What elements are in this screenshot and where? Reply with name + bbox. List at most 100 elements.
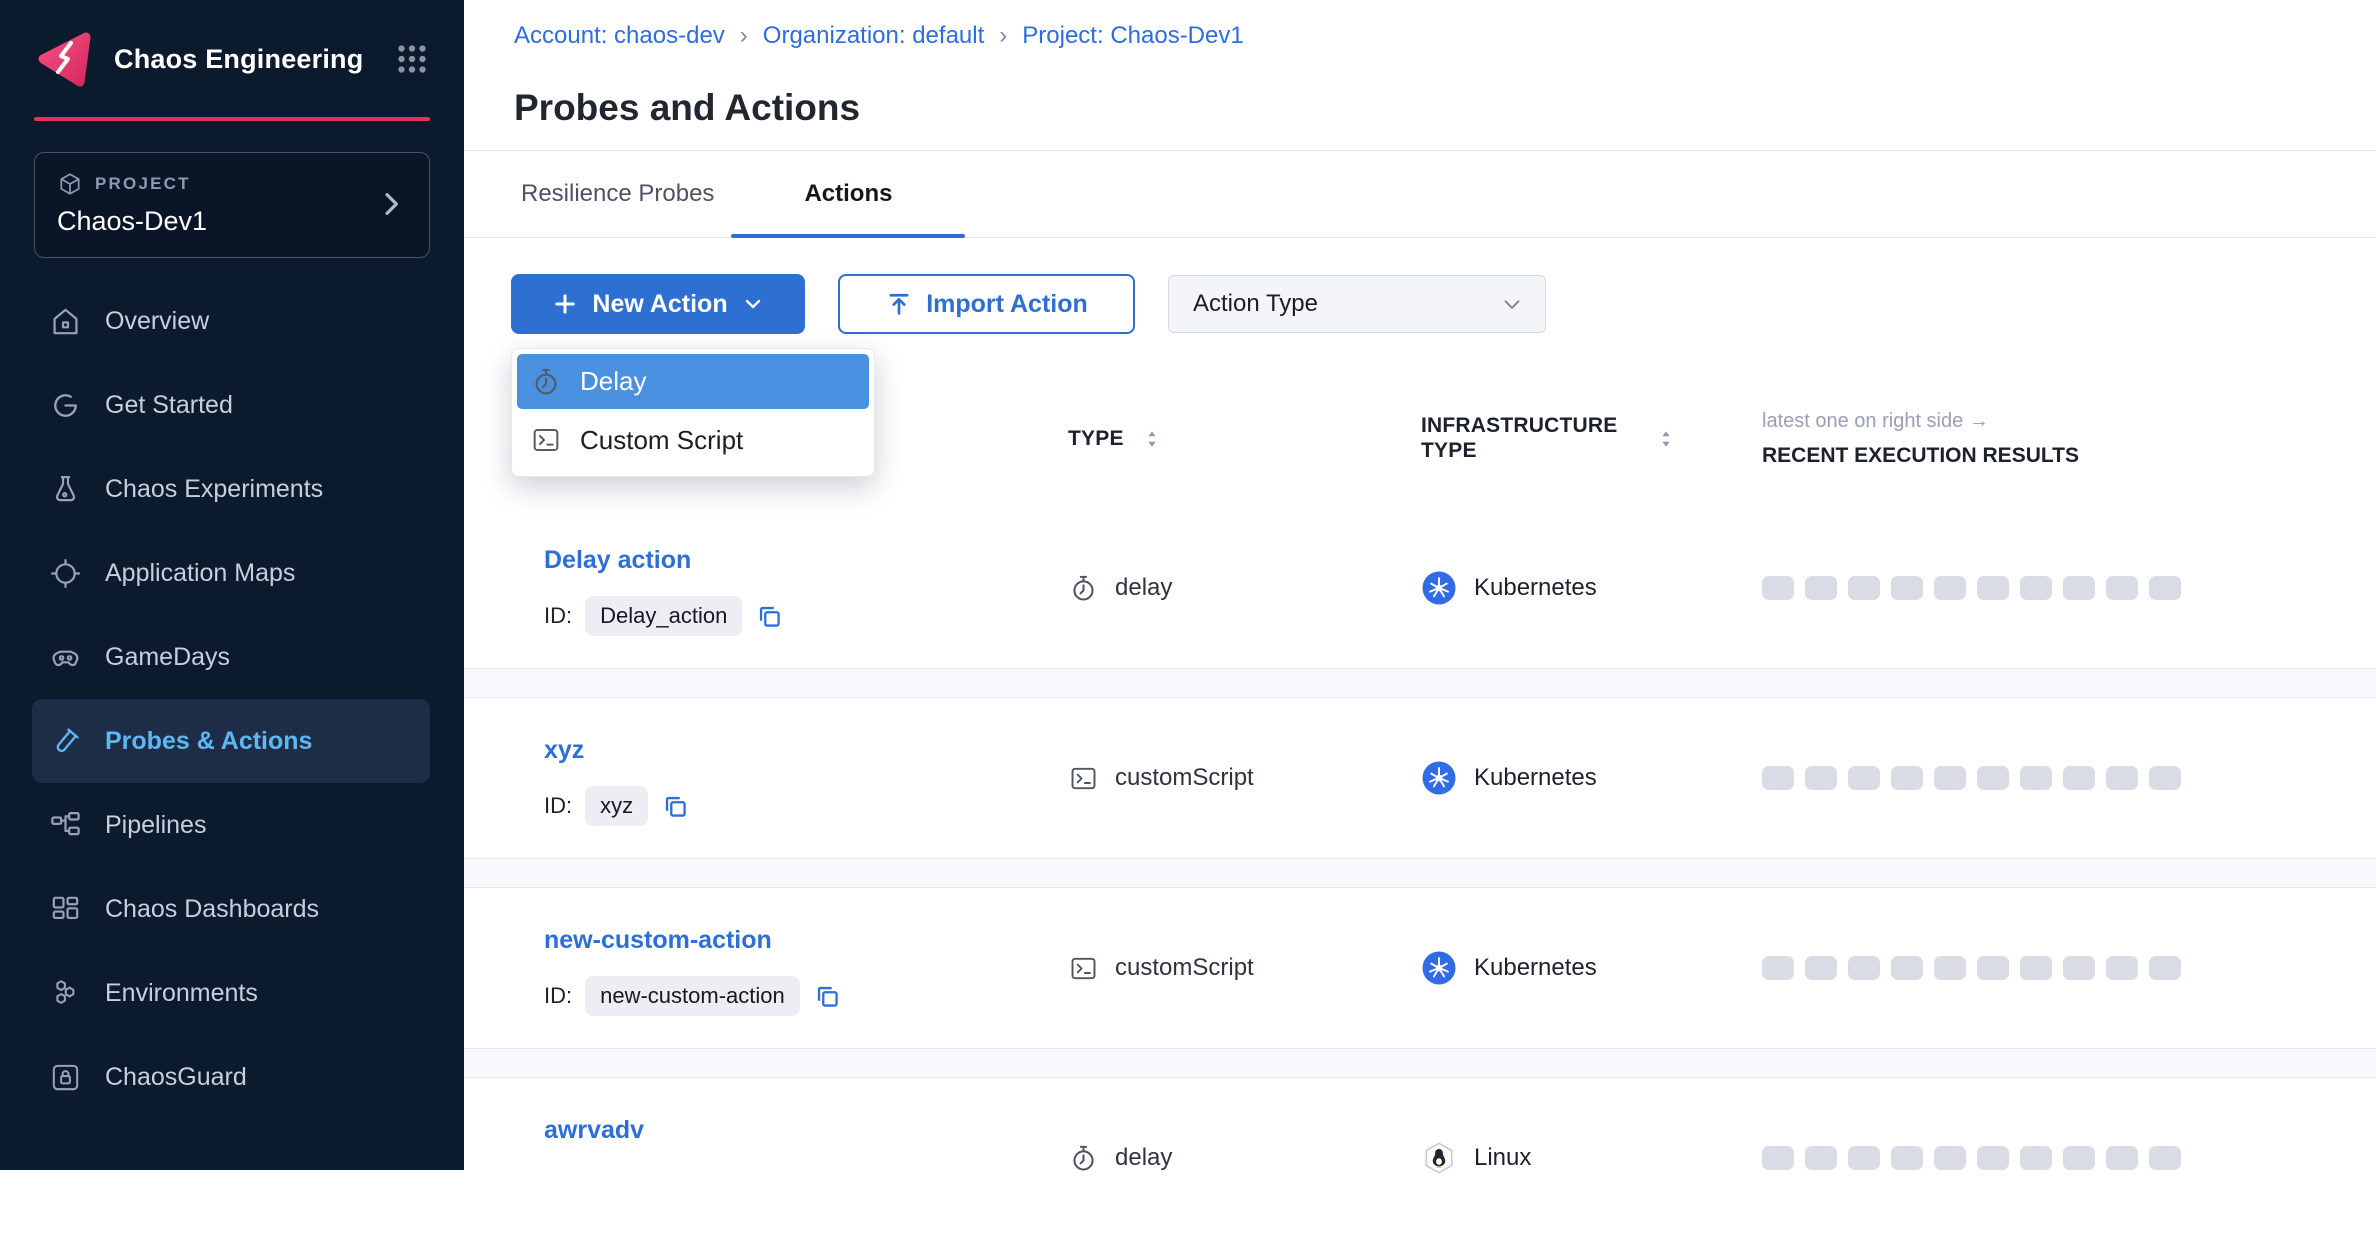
- id-value: xyz: [585, 786, 648, 826]
- sidebar-nav: Overview Get Started Chaos ExperimentsAppl…: [0, 279, 464, 1119]
- sidebar-item-label: Overview: [105, 307, 209, 336]
- infrastructure-cell: Linux: [1409, 1078, 1762, 1238]
- breadcrumb-link-2[interactable]: Organization: default: [763, 22, 984, 50]
- sidebar: Chaos Engineering PROJECT: [0, 0, 464, 1170]
- copy-icon[interactable]: [755, 602, 784, 631]
- type-value: customScript: [1115, 764, 1254, 792]
- import-action-button[interactable]: Import Action: [838, 274, 1135, 334]
- main-content: Account: chaos-dev›Organization: default…: [464, 0, 2376, 1170]
- sort-icon[interactable]: [1654, 427, 1678, 451]
- type-header-label: TYPE: [1068, 427, 1124, 452]
- name-cell: Delay action ID:Delay_action: [530, 508, 1068, 668]
- type-cell: delay: [1068, 508, 1409, 668]
- kubernetes-icon: [1421, 760, 1457, 796]
- brand-row: Chaos Engineering: [0, 0, 464, 90]
- sidebar-item-probes-actions[interactable]: Probes & Actions: [32, 699, 430, 783]
- home-icon: [48, 304, 83, 339]
- sidebar-item-label: ChaosGuard: [105, 1063, 247, 1092]
- breadcrumb-link-1[interactable]: Account: chaos-dev: [514, 22, 725, 50]
- header-type-column: TYPE: [1068, 427, 1409, 452]
- execution-result-pill: [2063, 576, 2095, 600]
- id-label: ID:: [544, 603, 572, 629]
- action-name-link[interactable]: awrvadv: [544, 1116, 644, 1145]
- sidebar-item-label: Probes & Actions: [105, 727, 312, 756]
- terminal-icon: [530, 424, 562, 456]
- type-value: delay: [1115, 1144, 1172, 1172]
- execution-result-pill: [2063, 766, 2095, 790]
- shield-lock-icon: [48, 1060, 83, 1095]
- harness-chaos-logo-icon: [34, 28, 96, 90]
- execution-result-pill: [2020, 766, 2052, 790]
- execution-result-pill: [1977, 576, 2009, 600]
- stopwatch-icon: [1068, 573, 1099, 604]
- execution-result-pill: [1762, 956, 1794, 980]
- infrastructure-value: Kubernetes: [1474, 764, 1597, 792]
- sidebar-item-get-started[interactable]: Get Started: [32, 363, 430, 447]
- sort-icon[interactable]: [1140, 427, 1164, 451]
- test-tube-icon: [48, 724, 83, 759]
- execution-result-pill: [1934, 956, 1966, 980]
- app-root: Chaos Engineering PROJECT: [0, 0, 2376, 1170]
- sidebar-item-chaosguard[interactable]: ChaosGuard: [32, 1035, 430, 1119]
- apps-grid-icon[interactable]: [394, 41, 430, 77]
- plus-icon: [551, 290, 579, 318]
- table-row: xyzID:xyzcustomScriptKubernetes: [464, 698, 2376, 858]
- project-selector[interactable]: PROJECT Chaos-Dev1: [34, 152, 430, 258]
- menu-item-delay[interactable]: Delay: [517, 354, 869, 409]
- sidebar-item-chaos-dashboards[interactable]: Chaos Dashboards: [32, 867, 430, 951]
- sidebar-item-environments[interactable]: Environments: [32, 951, 430, 1035]
- execution-result-pill: [2106, 576, 2138, 600]
- sidebar-item-gamedays[interactable]: GameDays: [32, 615, 430, 699]
- menu-item-custom-script[interactable]: Custom Script: [517, 409, 869, 471]
- tab-actions[interactable]: Actions: [731, 151, 965, 237]
- type-value: delay: [1115, 574, 1172, 602]
- execution-results: [1762, 888, 2376, 1048]
- execution-result-pill: [2020, 956, 2052, 980]
- id-line: ID:Delay_action: [544, 596, 1068, 636]
- action-name-link[interactable]: xyz: [544, 736, 584, 765]
- name-cell: awrvadv: [530, 1078, 1068, 1238]
- toolbar: New Action Import Action Action Type: [511, 274, 1546, 334]
- copy-icon[interactable]: [813, 982, 842, 1011]
- execution-result-pill: [1805, 1146, 1837, 1170]
- executions-header-label: RECENT EXECUTION RESULTS: [1762, 444, 2376, 468]
- execution-result-pill: [1805, 766, 1837, 790]
- sidebar-item-overview[interactable]: Overview: [32, 279, 430, 363]
- copy-icon[interactable]: [661, 792, 690, 821]
- action-type-placeholder: Action Type: [1193, 290, 1318, 318]
- new-action-menu: DelayCustom Script: [511, 348, 875, 477]
- action-name-link[interactable]: new-custom-action: [544, 926, 772, 955]
- header-infrastructure-column: INFRASTRUCTURE TYPE: [1409, 414, 1762, 464]
- breadcrumb-link-3[interactable]: Project: Chaos-Dev1: [1022, 22, 1243, 50]
- execution-result-pill: [1977, 956, 2009, 980]
- sidebar-item-label: Get Started: [105, 391, 233, 420]
- execution-result-pill: [1805, 576, 1837, 600]
- execution-result-pill: [2149, 956, 2181, 980]
- sidebar-item-chaos-experiments[interactable]: Chaos Experiments: [32, 447, 430, 531]
- id-line: ID:new-custom-action: [544, 976, 1068, 1016]
- id-value: new-custom-action: [585, 976, 800, 1016]
- execution-result-pill: [2106, 766, 2138, 790]
- execution-result-pill: [2063, 956, 2095, 980]
- execution-result-pill: [1848, 576, 1880, 600]
- action-type-select[interactable]: Action Type: [1168, 275, 1546, 333]
- new-action-button[interactable]: New Action: [511, 274, 805, 334]
- tab-bar: Resilience ProbesActions: [464, 150, 2376, 238]
- sidebar-item-application-maps[interactable]: Application Maps: [32, 531, 430, 615]
- terminal-icon: [1068, 763, 1099, 794]
- execution-result-pill: [2149, 766, 2181, 790]
- execution-result-pill: [1977, 1146, 2009, 1170]
- stopwatch-icon: [530, 366, 562, 398]
- action-name-link[interactable]: Delay action: [544, 546, 691, 575]
- upload-icon: [885, 290, 913, 318]
- sidebar-item-pipelines[interactable]: Pipelines: [32, 783, 430, 867]
- tab-resilience-probes[interactable]: Resilience Probes: [521, 151, 714, 237]
- execution-result-pill: [1805, 956, 1837, 980]
- row-separator: [464, 668, 2376, 698]
- execution-results: [1762, 698, 2376, 858]
- type-cell: customScript: [1068, 888, 1409, 1048]
- table-row: awrvadv delay Linux: [464, 1078, 2376, 1238]
- row-separator: [464, 1048, 2376, 1078]
- execution-result-pill: [1762, 766, 1794, 790]
- execution-results: [1762, 508, 2376, 668]
